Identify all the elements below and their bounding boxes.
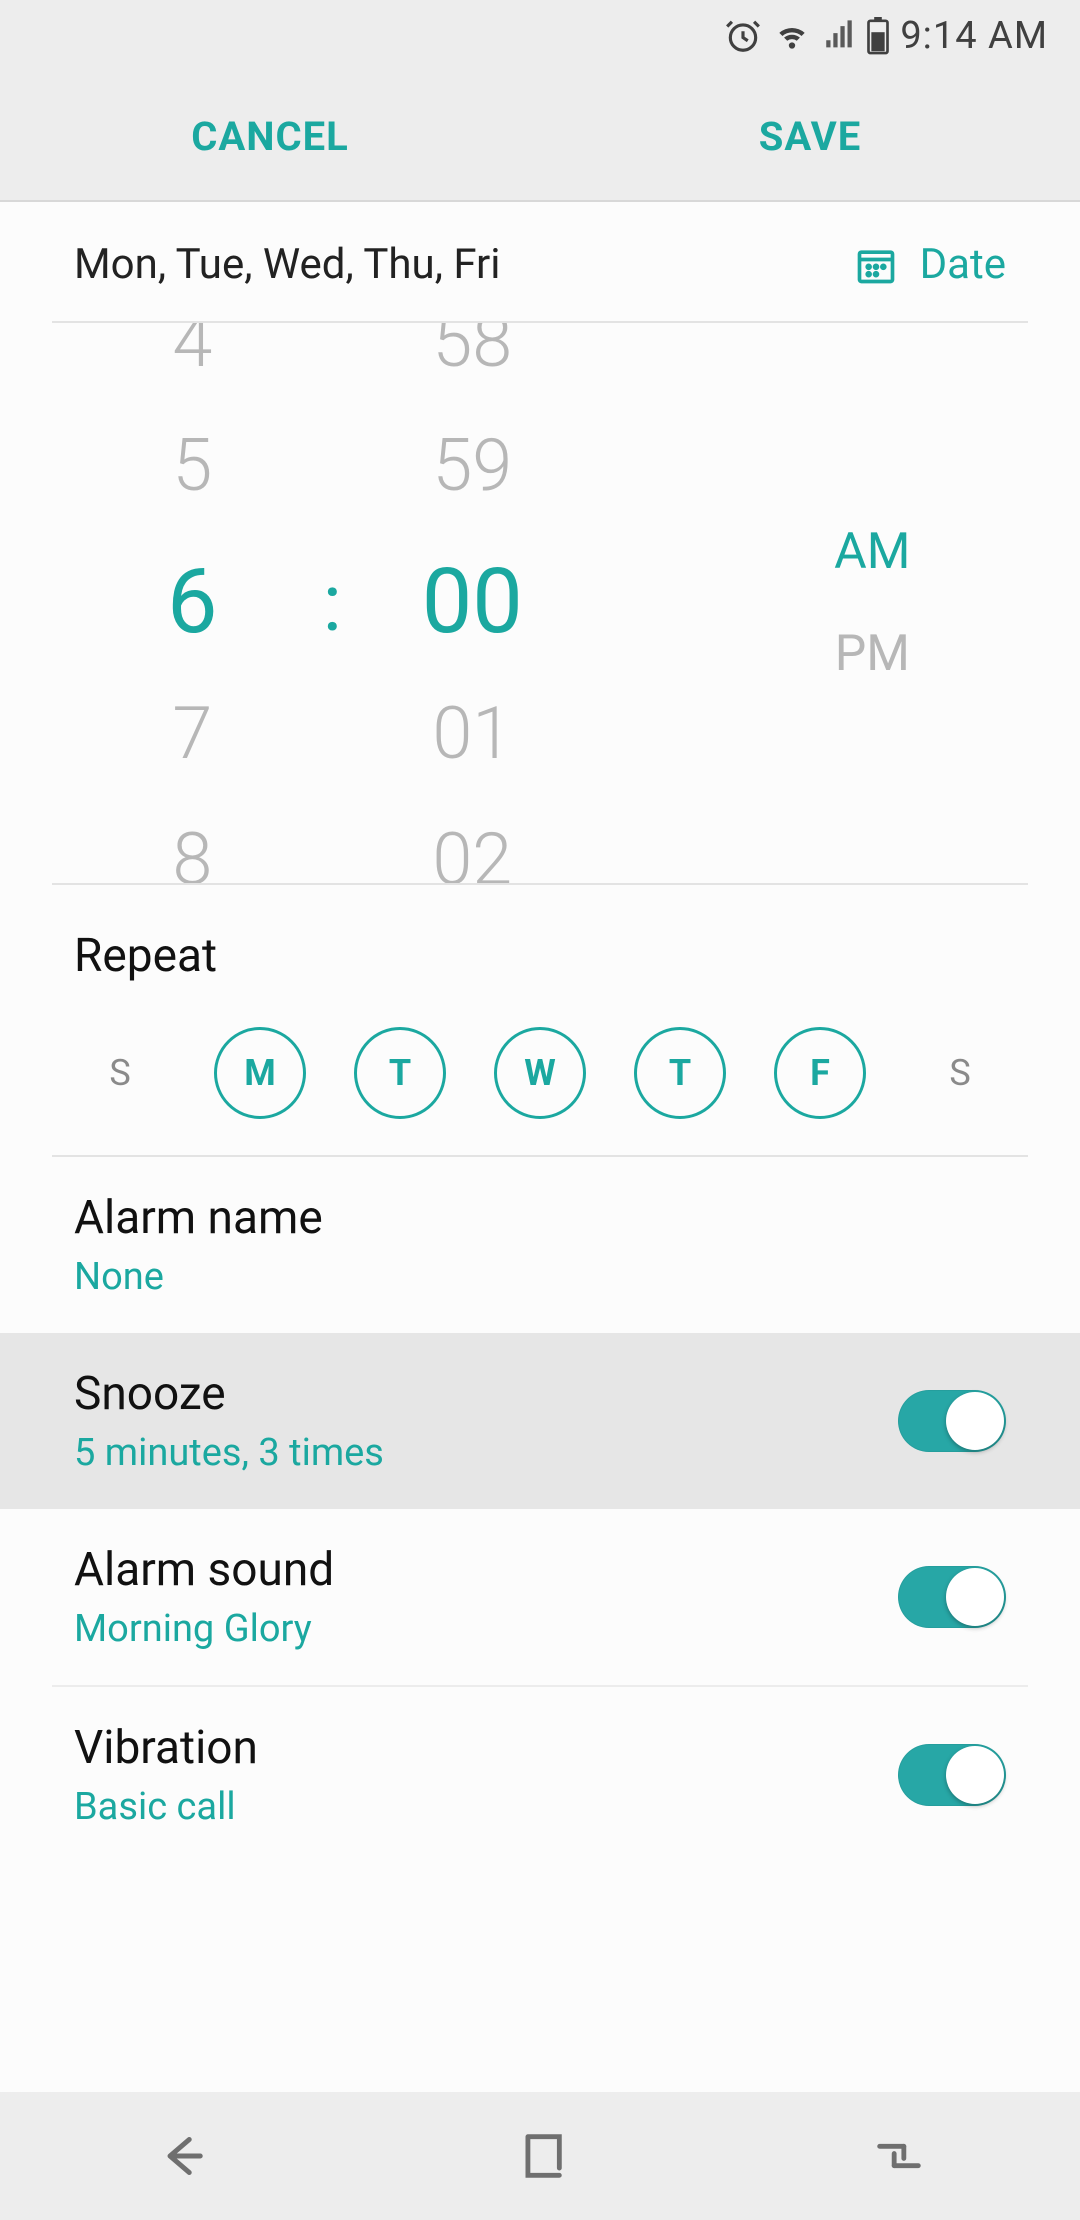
alarm-sound-row[interactable]: Alarm sound Morning Glory: [0, 1509, 1080, 1685]
selected-days-text: Mon, Tue, Wed, Thu, Fri: [74, 240, 501, 289]
status-clock: 9:14 AM: [900, 14, 1048, 58]
day-mon[interactable]: M: [214, 1027, 306, 1119]
schedule-row: Mon, Tue, Wed, Thu, Fri Date: [0, 202, 1080, 321]
wifi-icon: [772, 17, 812, 55]
nav-bar: [0, 2092, 1080, 2220]
day-sun[interactable]: S: [74, 1027, 166, 1119]
vibration-value: Basic call: [74, 1785, 258, 1829]
time-picker[interactable]: 4 5 6 7 8 : 58 59 00 01 02 AM PM: [0, 323, 1080, 883]
minute-wheel[interactable]: 58 59 00 01 02: [362, 323, 582, 883]
minute-option[interactable]: 02: [362, 817, 582, 883]
action-bar: CANCEL SAVE: [0, 72, 1080, 200]
hour-selected[interactable]: 6: [82, 549, 302, 654]
snooze-toggle[interactable]: [898, 1390, 1006, 1452]
alarm-name-row[interactable]: Alarm name None: [0, 1157, 1080, 1333]
back-button[interactable]: [148, 2123, 214, 2189]
alarm-sound-value: Morning Glory: [74, 1607, 334, 1651]
minute-option[interactable]: 01: [362, 691, 582, 776]
alarm-name-title: Alarm name: [74, 1191, 323, 1245]
time-colon: :: [302, 323, 362, 883]
pm-option[interactable]: PM: [835, 625, 910, 683]
hour-option[interactable]: 7: [82, 691, 302, 776]
snooze-value: 5 minutes, 3 times: [74, 1431, 384, 1475]
hour-option[interactable]: 8: [82, 817, 302, 883]
cancel-button[interactable]: CANCEL: [0, 72, 540, 200]
repeat-section: Repeat S M T W T F S: [0, 885, 1080, 1155]
alarm-set-icon: [724, 17, 762, 55]
minute-selected[interactable]: 00: [362, 549, 582, 654]
recents-button[interactable]: [866, 2127, 932, 2185]
vibration-toggle[interactable]: [898, 1744, 1006, 1806]
am-option[interactable]: AM: [834, 523, 910, 581]
snooze-row[interactable]: Snooze 5 minutes, 3 times: [0, 1333, 1080, 1509]
date-label: Date: [920, 240, 1006, 289]
hour-option[interactable]: 5: [82, 423, 302, 508]
status-bar: 9:14 AM: [0, 0, 1080, 72]
date-button[interactable]: Date: [854, 240, 1006, 289]
hour-option[interactable]: 4: [82, 323, 302, 384]
hour-wheel[interactable]: 4 5 6 7 8: [82, 323, 302, 883]
signal-icon: [822, 19, 856, 53]
battery-icon: [866, 17, 890, 55]
repeat-days: S M T W T F S: [74, 1027, 1006, 1119]
day-fri[interactable]: F: [774, 1027, 866, 1119]
minute-option[interactable]: 59: [362, 423, 582, 508]
calendar-icon: [854, 243, 898, 287]
home-button[interactable]: [511, 2127, 569, 2185]
minute-option[interactable]: 58: [362, 323, 582, 384]
snooze-title: Snooze: [74, 1367, 384, 1421]
content: Mon, Tue, Wed, Thu, Fri Date 4 5 6 7 8 :: [0, 200, 1080, 2092]
vibration-row[interactable]: Vibration Basic call: [0, 1687, 1080, 1863]
alarm-sound-toggle[interactable]: [898, 1566, 1006, 1628]
alarm-sound-title: Alarm sound: [74, 1543, 334, 1597]
day-thu[interactable]: T: [634, 1027, 726, 1119]
ampm-picker[interactable]: AM PM: [665, 323, 1080, 883]
day-tue[interactable]: T: [354, 1027, 446, 1119]
repeat-title: Repeat: [74, 929, 1006, 983]
day-sat[interactable]: S: [914, 1027, 1006, 1119]
day-wed[interactable]: W: [494, 1027, 586, 1119]
alarm-name-value: None: [74, 1255, 323, 1299]
vibration-title: Vibration: [74, 1721, 258, 1775]
save-button[interactable]: SAVE: [540, 72, 1080, 200]
